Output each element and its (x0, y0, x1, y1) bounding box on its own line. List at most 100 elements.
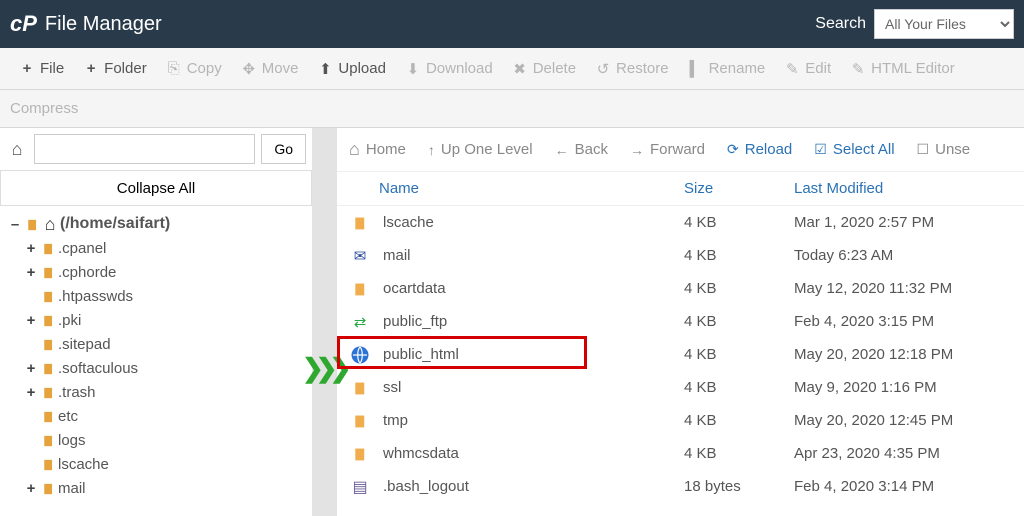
nav-select-all-button[interactable]: Select All (814, 141, 894, 158)
expand-icon[interactable] (24, 384, 38, 401)
collapse-all-button[interactable]: Collapse All (0, 170, 312, 206)
delete-icon (513, 60, 527, 78)
move-button[interactable]: Move (232, 54, 309, 84)
go-button[interactable]: Go (261, 134, 306, 164)
tree-item[interactable]: .sitepad (6, 332, 306, 356)
file-size: 4 KB (684, 247, 794, 264)
expand-icon[interactable] (24, 264, 38, 281)
rename-button[interactable]: Rename (679, 54, 776, 84)
nav-reload-button[interactable]: Reload (727, 141, 792, 158)
tree-item-label: .cphorde (58, 264, 116, 281)
nav-back-button[interactable]: Back (555, 141, 608, 158)
file-modified: Apr 23, 2020 4:35 PM (794, 445, 1012, 462)
compress-button[interactable]: Compress (10, 94, 78, 123)
tree-item[interactable]: mail (6, 476, 306, 500)
tree-item[interactable]: logs (6, 428, 306, 452)
file-size: 4 KB (684, 379, 794, 396)
forward-icon (630, 142, 644, 158)
tree-item-label: .sitepad (58, 336, 111, 353)
file-modified: May 20, 2020 12:45 PM (794, 412, 1012, 429)
table-row[interactable]: .bash_logout18 bytesFeb 4, 2020 3:14 PM (337, 470, 1024, 503)
nav-up-button[interactable]: Up One Level (428, 141, 533, 158)
table-row[interactable]: lscache4 KBMar 1, 2020 2:57 PM (337, 206, 1024, 239)
uncheck-icon (917, 141, 930, 158)
tree-item[interactable]: .cphorde (6, 260, 306, 284)
expand-icon[interactable] (24, 480, 38, 497)
table-row[interactable]: ocartdata4 KBMay 12, 2020 11:32 PM (337, 272, 1024, 305)
upload-button[interactable]: Upload (308, 54, 396, 84)
table-row[interactable]: tmp4 KBMay 20, 2020 12:45 PM (337, 404, 1024, 437)
expand-icon[interactable] (24, 312, 38, 329)
tree-item[interactable]: .pki (6, 308, 306, 332)
left-panel: Go Collapse All (/home/saifart).cpanel .c… (0, 128, 312, 516)
tree-item[interactable]: .trash (6, 380, 306, 404)
globe-icon (349, 346, 371, 364)
html-editor-button[interactable]: HTML Editor (841, 54, 965, 84)
tree-item[interactable]: .softaculous (6, 356, 306, 380)
expand-icon[interactable] (24, 360, 38, 377)
col-header-modified[interactable]: Last Modified (794, 180, 1012, 197)
col-header-name[interactable]: Name (349, 180, 684, 197)
ftp-icon (349, 313, 371, 331)
expand-icon[interactable] (24, 240, 38, 257)
tree-item-label: etc (58, 408, 78, 425)
file-size: 4 KB (684, 445, 794, 462)
folder-icon (349, 213, 371, 233)
copy-icon (167, 60, 181, 77)
file-name: tmp (383, 412, 408, 429)
app-title: File Manager (45, 13, 162, 36)
download-button[interactable]: Download (396, 54, 503, 84)
edit-icon (785, 60, 799, 78)
file-table-header: Name Size Last Modified (337, 172, 1024, 206)
tree-item-label: lscache (58, 456, 109, 473)
nav-unselect-button[interactable]: Unse (917, 141, 971, 158)
plus-icon (20, 60, 34, 77)
folder-icon (38, 335, 58, 353)
file-name: public_ftp (383, 313, 447, 330)
main-toolbar: File Folder Copy Move Upload Download De… (0, 48, 1024, 90)
table-row[interactable]: ssl4 KBMay 9, 2020 1:16 PM (337, 371, 1024, 404)
tree-item[interactable]: etc (6, 404, 306, 428)
file-button[interactable]: File (10, 54, 74, 83)
folder-button[interactable]: Folder (74, 54, 157, 83)
edit-button[interactable]: Edit (775, 54, 841, 84)
main-toolbar-row2: Compress (0, 90, 1024, 128)
folder-icon (38, 239, 58, 257)
search-scope-select[interactable]: All Your Files (874, 9, 1014, 39)
panel-divider[interactable]: ❯❯❯ (312, 128, 337, 516)
folder-icon (38, 407, 58, 425)
file-modified: May 20, 2020 12:18 PM (794, 346, 1012, 363)
file-size: 4 KB (684, 346, 794, 363)
folder-icon (38, 311, 58, 329)
folder-icon (38, 359, 58, 377)
table-row[interactable]: public_ftp4 KBFeb 4, 2020 3:15 PM (337, 305, 1024, 338)
col-header-size[interactable]: Size (684, 180, 794, 197)
file-modified: Today 6:23 AM (794, 247, 1012, 264)
table-row[interactable]: mail 4 KBToday 6:23 AM (337, 239, 1024, 272)
tree-item[interactable]: lscache (6, 452, 306, 476)
back-icon (555, 142, 569, 158)
plus-icon (84, 60, 98, 77)
file-size: 18 bytes (684, 478, 794, 495)
collapse-icon[interactable] (8, 216, 22, 233)
copy-button[interactable]: Copy (157, 54, 232, 83)
tree-item[interactable]: .htpasswds (6, 284, 306, 308)
table-row[interactable]: whmcsdata4 KBApr 23, 2020 4:35 PM (337, 437, 1024, 470)
tree-item-label: .trash (58, 384, 96, 401)
move-icon (242, 60, 256, 78)
file-name: mail (383, 247, 411, 264)
home-icon[interactable] (6, 139, 28, 160)
reload-icon (727, 141, 739, 158)
restore-button[interactable]: Restore (586, 54, 679, 84)
path-input[interactable] (34, 134, 255, 164)
tree-root[interactable]: (/home/saifart) (6, 212, 306, 236)
file-modified: Mar 1, 2020 2:57 PM (794, 214, 1012, 231)
tree-item[interactable]: .cpanel (6, 236, 306, 260)
restore-icon (596, 60, 610, 78)
file-modified: Feb 4, 2020 3:14 PM (794, 478, 1012, 495)
nav-forward-button[interactable]: Forward (630, 141, 705, 158)
folder-icon (38, 431, 58, 449)
delete-button[interactable]: Delete (503, 54, 586, 84)
nav-home-button[interactable]: Home (349, 139, 406, 160)
table-row[interactable]: public_html4 KBMay 20, 2020 12:18 PM (337, 338, 1024, 371)
